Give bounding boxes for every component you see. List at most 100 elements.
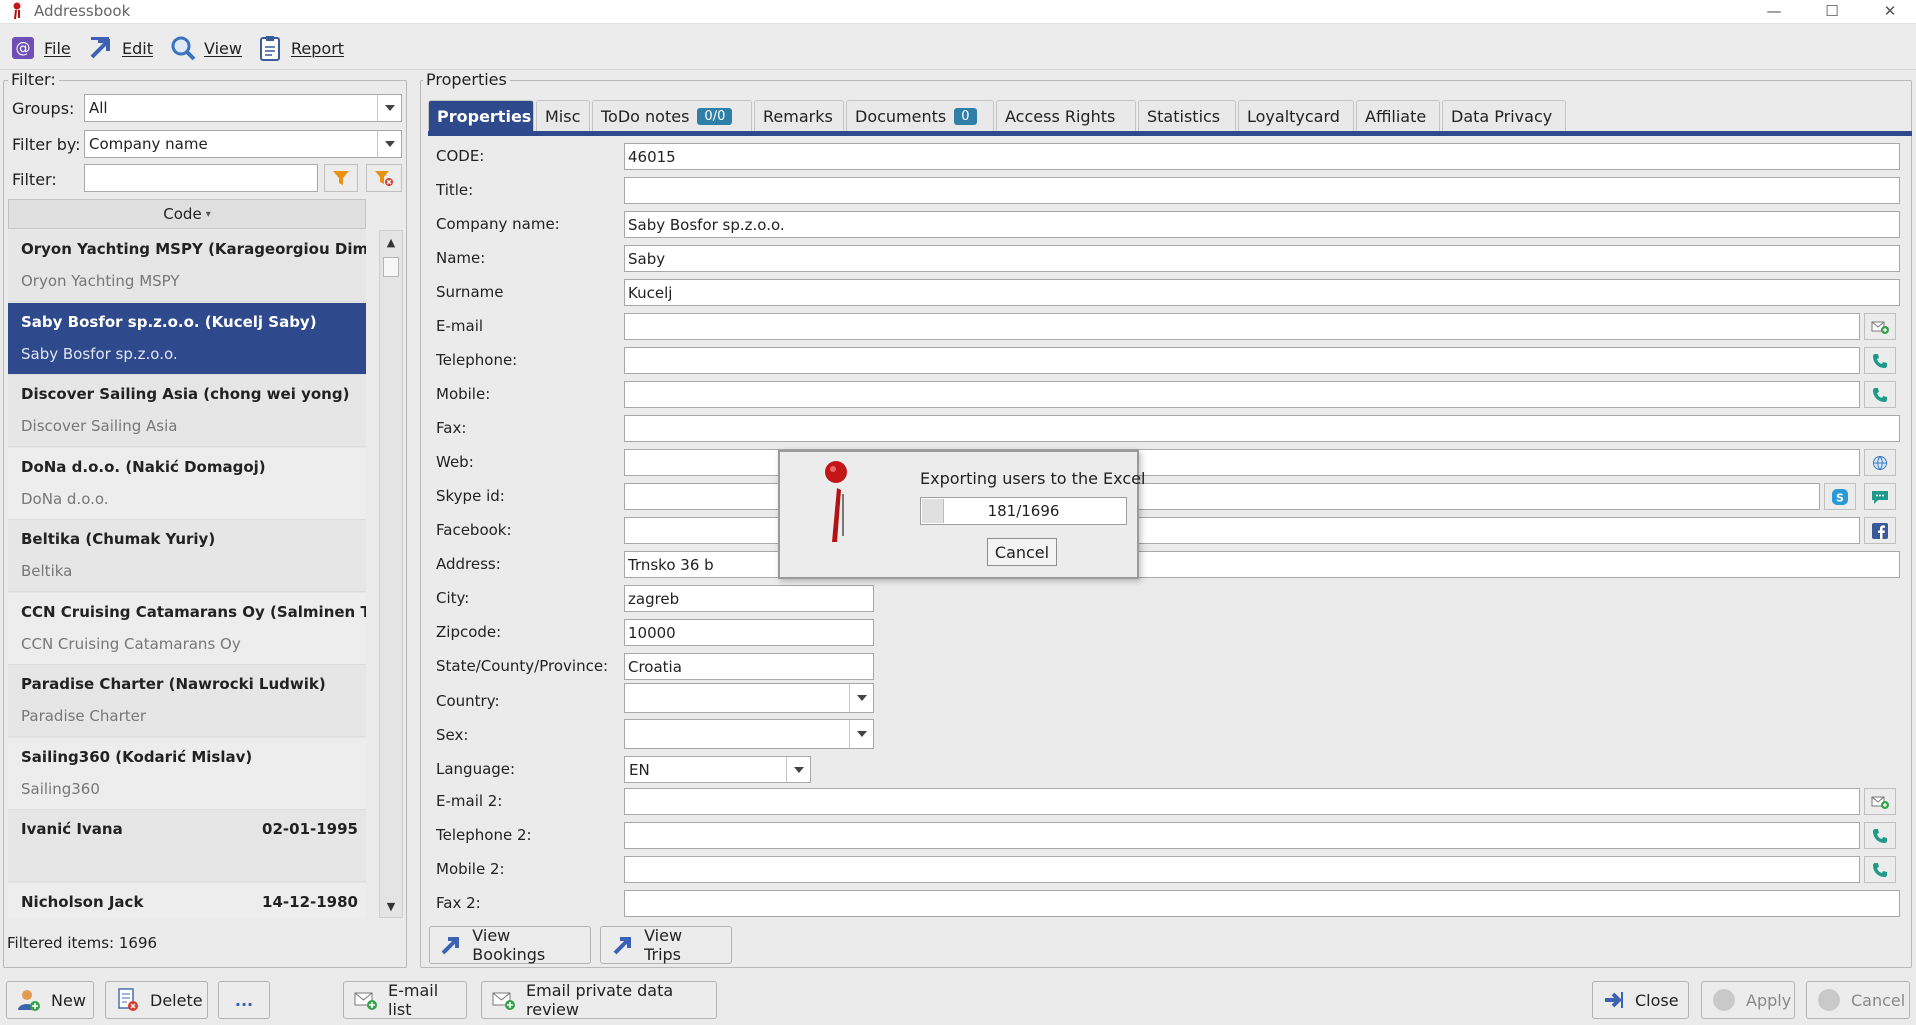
- open-facebook-button[interactable]: [1864, 517, 1896, 544]
- view-trips-button[interactable]: View Trips: [600, 926, 732, 964]
- list-item-date: 02-01-1995: [262, 820, 358, 838]
- list-item-selected[interactable]: Saby Bosfor sp.z.o.o. (Kucelj Saby) Saby …: [8, 303, 366, 375]
- list-item[interactable]: Discover Sailing Asia (chong wei yong) Di…: [8, 375, 366, 447]
- sex-select[interactable]: [624, 719, 874, 749]
- delete-button[interactable]: Delete: [105, 981, 208, 1019]
- tab-data-privacy[interactable]: Data Privacy: [1442, 100, 1566, 132]
- delete-document-icon: [116, 988, 140, 1012]
- skype-call-button[interactable]: S: [1824, 483, 1856, 510]
- list-item[interactable]: Oryon Yachting MSPY (Karageorgiou Dimitr…: [8, 230, 366, 302]
- list-item[interactable]: DoNa d.o.o. (Nakić Domagoj) DoNa d.o.o.: [8, 448, 366, 520]
- code-field[interactable]: 46015: [624, 143, 1900, 170]
- chevron-down-icon[interactable]: [786, 757, 810, 782]
- company-name-field[interactable]: Saby Bosfor sp.z.o.o.: [624, 211, 1900, 238]
- city-label: City:: [436, 589, 470, 607]
- groups-select[interactable]: All: [84, 94, 402, 122]
- apply-button[interactable]: Apply: [1701, 981, 1795, 1019]
- call-telephone-button[interactable]: [1864, 347, 1896, 374]
- tab-affiliate[interactable]: Affiliate: [1356, 100, 1440, 132]
- chevron-down-icon[interactable]: [377, 95, 401, 121]
- cancel-button[interactable]: Cancel: [1806, 981, 1910, 1019]
- menu-view-label: View: [204, 38, 242, 58]
- close-button[interactable]: Close: [1592, 981, 1689, 1019]
- chevron-down-icon[interactable]: [377, 131, 401, 157]
- open-web-button[interactable]: [1864, 449, 1896, 476]
- scroll-up-icon[interactable]: ▲: [380, 231, 402, 253]
- language-select[interactable]: EN: [624, 756, 811, 783]
- call-mobile2-button[interactable]: [1864, 856, 1896, 883]
- chat-icon: [1872, 490, 1888, 504]
- call-telephone2-button[interactable]: [1864, 822, 1896, 849]
- filter-text-row: Filter:: [12, 165, 84, 193]
- name-field[interactable]: Saby: [624, 245, 1900, 272]
- tab-todo-notes[interactable]: ToDo notes 0/0: [592, 100, 752, 132]
- skype-chat-button[interactable]: [1864, 483, 1896, 510]
- telephone-field[interactable]: [624, 347, 1860, 374]
- tab-label: ToDo notes: [601, 107, 690, 126]
- chevron-down-icon[interactable]: [849, 684, 873, 712]
- tab-label: Properties: [437, 107, 532, 126]
- scroll-thumb[interactable]: [383, 257, 399, 277]
- email2-field[interactable]: [624, 788, 1860, 815]
- filter-text-input[interactable]: [84, 164, 318, 192]
- new-button[interactable]: New: [6, 981, 94, 1019]
- clear-filter-button[interactable]: [366, 164, 402, 192]
- more-options-button[interactable]: ...: [218, 981, 270, 1019]
- email-field[interactable]: [624, 313, 1860, 340]
- chevron-down-icon[interactable]: [849, 720, 873, 748]
- surname-field[interactable]: Kucelj: [624, 279, 1900, 306]
- view-bookings-button[interactable]: View Bookings: [429, 926, 591, 964]
- country-select[interactable]: [624, 683, 874, 713]
- scroll-down-icon[interactable]: ▼: [380, 895, 402, 917]
- envelope-plus-icon: [1871, 796, 1889, 809]
- list-item-title: Beltika (Chumak Yuriy): [21, 530, 216, 548]
- menu-file[interactable]: @ File: [10, 33, 71, 63]
- tab-properties[interactable]: Properties: [428, 100, 534, 132]
- list-item[interactable]: Beltika (Chumak Yuriy) Beltika: [8, 520, 366, 592]
- list-item[interactable]: Sailing360 (Kodarić Mislav) Sailing360: [8, 738, 366, 810]
- menu-report[interactable]: Report: [257, 33, 344, 63]
- list-scrollbar[interactable]: ▲ ▼: [379, 230, 403, 918]
- email-private-data-button[interactable]: Email private data review: [481, 981, 717, 1019]
- close-window-button[interactable]: ✕: [1861, 0, 1916, 24]
- filter-by-select[interactable]: Company name: [84, 130, 402, 158]
- minimize-button[interactable]: —: [1745, 0, 1803, 24]
- email-list-button[interactable]: E-mail list: [343, 981, 467, 1019]
- mobile2-field[interactable]: [624, 856, 1860, 883]
- send-email-button[interactable]: [1864, 313, 1896, 340]
- fax2-field[interactable]: [624, 890, 1900, 917]
- list-item[interactable]: CCN Cruising Catamarans Oy (Salminen Tim…: [8, 593, 366, 665]
- send-email2-button[interactable]: [1864, 788, 1896, 815]
- tab-statistics[interactable]: Statistics: [1138, 100, 1236, 132]
- tab-access-rights[interactable]: Access Rights: [996, 100, 1136, 132]
- apply-filter-button[interactable]: [324, 164, 358, 192]
- edit-arrow-icon: [88, 35, 114, 61]
- tab-documents[interactable]: Documents 0: [846, 100, 994, 132]
- menu-view[interactable]: View: [170, 33, 242, 63]
- state-field[interactable]: Croatia: [624, 653, 874, 680]
- fax2-label: Fax 2:: [436, 894, 481, 912]
- email-list-label: E-mail list: [388, 981, 439, 1019]
- mobile-field[interactable]: [624, 381, 1860, 408]
- telephone2-field[interactable]: [624, 822, 1860, 849]
- call-mobile-button[interactable]: [1864, 381, 1896, 408]
- export-cancel-button[interactable]: Cancel: [987, 538, 1057, 566]
- fax-field[interactable]: [624, 415, 1900, 442]
- tab-misc[interactable]: Misc: [536, 100, 590, 132]
- list-item[interactable]: Nicholson Jack 14-12-1980: [8, 883, 366, 918]
- maximize-button[interactable]: ☐: [1803, 0, 1861, 24]
- code-column-header[interactable]: Code ▾: [8, 199, 366, 229]
- zipcode-field[interactable]: 10000: [624, 619, 874, 646]
- list-item[interactable]: Paradise Charter (Nawrocki Ludwik) Paradi…: [8, 665, 366, 737]
- city-field[interactable]: zagreb: [624, 585, 874, 612]
- todo-count-badge: 0/0: [697, 108, 733, 125]
- tab-underline: [428, 131, 1912, 136]
- tab-remarks[interactable]: Remarks: [754, 100, 844, 132]
- tab-loyaltycard[interactable]: Loyaltycard: [1238, 100, 1354, 132]
- delete-label: Delete: [150, 990, 203, 1010]
- arrow-up-right-icon: [440, 933, 462, 957]
- address-label: Address:: [436, 555, 501, 573]
- menu-edit[interactable]: Edit: [88, 33, 153, 63]
- title-field[interactable]: [624, 177, 1900, 204]
- list-item[interactable]: Ivanić Ivana 02-01-1995: [8, 810, 366, 882]
